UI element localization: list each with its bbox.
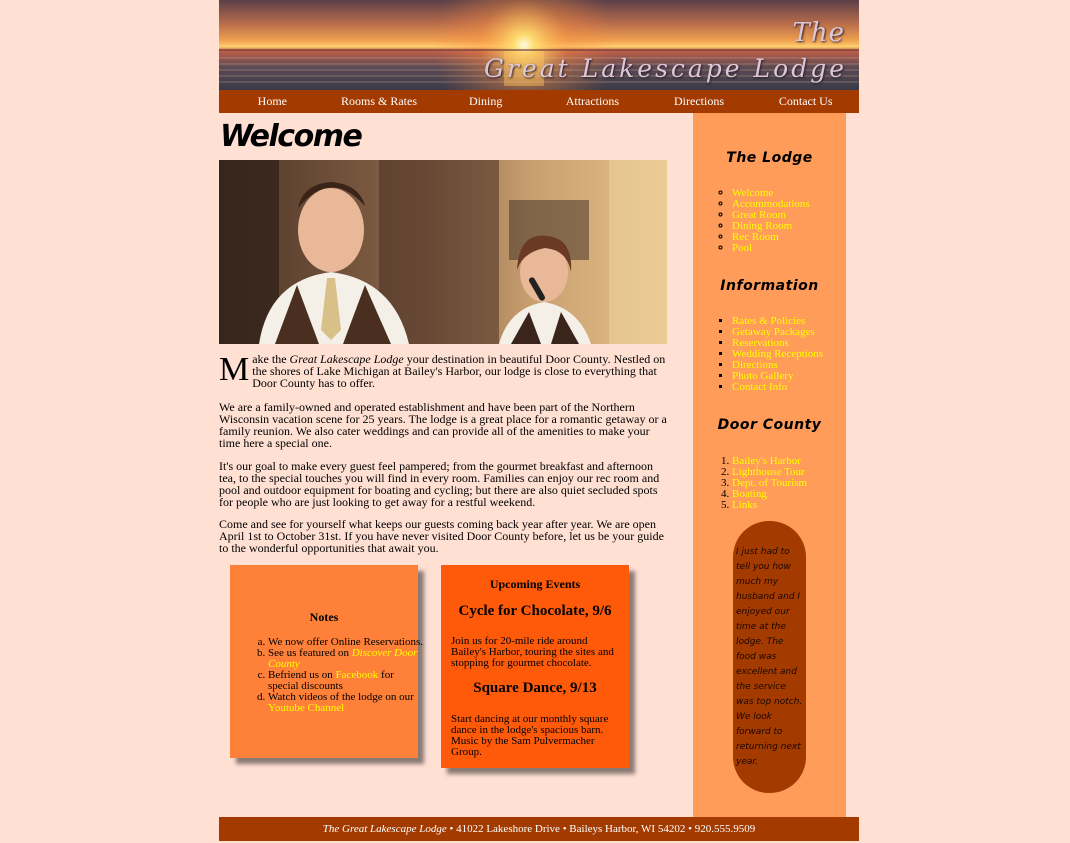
sidebar-link-contact-info[interactable]: Contact Info xyxy=(732,381,787,393)
door-county-links: Bailey's Harbor Lighthouse Tour Dept. of… xyxy=(732,456,807,511)
nav-contact-us[interactable]: Contact Us xyxy=(752,90,859,113)
nav-dining[interactable]: Dining xyxy=(432,90,539,113)
sidebar-link-links[interactable]: Links xyxy=(732,499,757,511)
goal-paragraph: It's our goal to make every guest feel p… xyxy=(219,459,660,509)
notes-list: We now offer Online Reservations. See us… xyxy=(257,637,426,714)
event-text-square-dance: Start dancing at our monthly square danc… xyxy=(451,713,609,758)
site-banner: The Great Lakescape Lodge xyxy=(219,0,859,90)
lodge-links: Welcome Accommodations Great Room Dining… xyxy=(732,188,810,254)
banner-title-lodge-name: Great Lakescape Lodge xyxy=(484,54,847,83)
footer-lodge-name: The Great Lakescape Lodge xyxy=(322,823,447,835)
sidebar-item-contact-info: Contact Info xyxy=(732,382,823,393)
event-heading-cycle: Cycle for Chocolate, 9/6 xyxy=(458,603,612,619)
sidebar-heading-information: Information xyxy=(720,278,819,294)
drop-cap: M xyxy=(219,351,250,388)
sidebar-item-pool: Pool xyxy=(732,243,810,254)
note-item-youtube: Watch videos of the lodge on our Youtube… xyxy=(268,692,426,714)
nav-directions[interactable]: Directions xyxy=(646,90,753,113)
page-title: Welcome xyxy=(220,119,363,154)
testimonial-text: I just had to tell you how much my husba… xyxy=(736,547,803,767)
intro-paragraph: Make the Great Lakescape Lodge your dest… xyxy=(219,351,667,390)
banner-title-the: The xyxy=(792,18,845,48)
notes-box: Notes We now offer Online Reservations. … xyxy=(230,565,423,758)
hero-photo-staff xyxy=(219,160,667,344)
come-see-paragraph: Come and see for yourself what keeps our… xyxy=(219,517,664,555)
information-links: Rates & Policies Getaway Packages Reserv… xyxy=(732,316,823,393)
event-heading-square-dance: Square Dance, 9/13 xyxy=(473,680,597,696)
footer-address: • 41022 Lakeshore Drive • Baileys Harbor… xyxy=(446,823,756,835)
main-nav: Home Rooms & Rates Dining Attractions Di… xyxy=(219,90,859,113)
site-footer: The Great Lakescape Lodge • 41022 Lakesh… xyxy=(219,817,859,841)
sidebar-link-pool[interactable]: Pool xyxy=(732,242,752,254)
event-text-cycle: Join us for 20-mile ride around Bailey's… xyxy=(451,635,614,669)
page-wrapper: The Great Lakescape Lodge Home Rooms & R… xyxy=(219,0,859,843)
sidebar-item-links: Links xyxy=(732,500,807,511)
sidebar-heading-door-county: Door County xyxy=(717,417,822,433)
note-item-facebook: Befriend us on Facebook for special disc… xyxy=(268,670,426,692)
note-item-featured: See us featured on Discover Door County xyxy=(268,648,426,670)
nav-home[interactable]: Home xyxy=(219,90,326,113)
sidebar: The Lodge Welcome Accommodations Great R… xyxy=(693,113,846,817)
nav-attractions[interactable]: Attractions xyxy=(539,90,646,113)
nav-rooms-rates[interactable]: Rooms & Rates xyxy=(326,90,433,113)
youtube-channel-link[interactable]: Youtube Channel xyxy=(268,702,344,714)
notes-title: Notes xyxy=(309,610,339,624)
sidebar-heading-lodge: The Lodge xyxy=(726,150,813,166)
testimonial-bubble: I just had to tell you how much my husba… xyxy=(733,521,806,793)
family-paragraph: We are a family-owned and operated estab… xyxy=(219,400,667,450)
events-title: Upcoming Events xyxy=(489,577,581,591)
events-box: Upcoming Events Cycle for Chocolate, 9/6… xyxy=(441,565,629,768)
